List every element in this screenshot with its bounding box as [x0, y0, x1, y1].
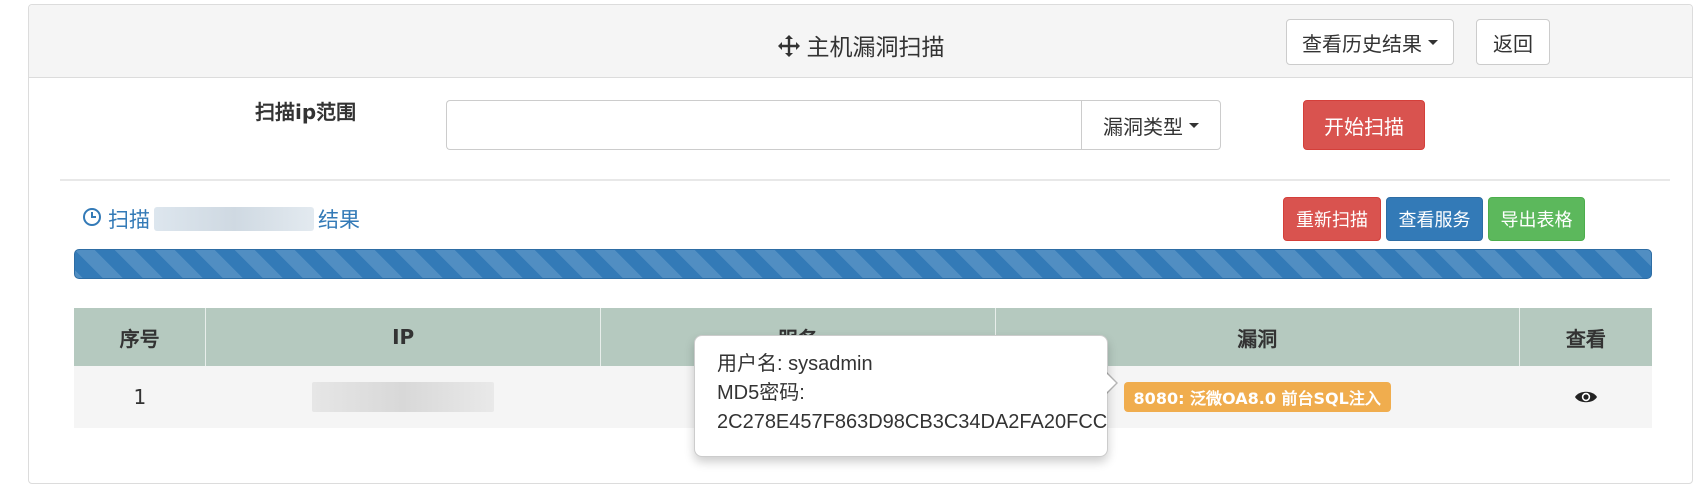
- history-results-label: 查看历史结果: [1302, 31, 1422, 56]
- back-button[interactable]: 返回: [1476, 19, 1550, 65]
- scan-prefix: 扫描: [108, 208, 150, 232]
- move-crosshair-icon: [777, 34, 801, 64]
- vuln-badge[interactable]: 8080: 泛微OA8.0 前台SQL注入: [1123, 382, 1391, 412]
- popover-username: 用户名: sysadmin: [717, 353, 873, 375]
- rescan-button[interactable]: 重新扫描: [1283, 197, 1381, 241]
- row-view: [1519, 366, 1652, 428]
- start-scan-button[interactable]: 开始扫描: [1303, 100, 1425, 150]
- header-index: 序号: [74, 308, 207, 366]
- scan-suffix: 结果: [318, 208, 360, 232]
- header-view: 查看: [1519, 308, 1652, 366]
- popover-md5-label: MD5密码:: [717, 382, 805, 404]
- popover-md5-value: 2C278E457F863D98CB3C34DA2FA20FCC: [717, 411, 1108, 433]
- panel-header: 主机漏洞扫描 查看历史结果 返回: [29, 5, 1692, 78]
- scan-range-label: 扫描ip范围: [255, 100, 357, 124]
- progress-fill: [75, 250, 1651, 278]
- popover-arrow: [1106, 372, 1118, 394]
- header-ip: IP: [205, 308, 601, 366]
- view-services-button[interactable]: 查看服务: [1386, 197, 1483, 241]
- vuln-type-dropdown[interactable]: 漏洞类型: [1081, 100, 1221, 150]
- export-table-button[interactable]: 导出表格: [1488, 197, 1585, 241]
- ip-range-input[interactable]: [446, 100, 1081, 150]
- row-index: 1: [74, 366, 206, 428]
- history-results-dropdown[interactable]: 查看历史结果: [1286, 19, 1454, 65]
- caret-down-icon: [1428, 39, 1438, 45]
- masked-ip-range: [154, 207, 314, 231]
- masked-ip-cell: [312, 382, 495, 412]
- caret-down-icon: [1189, 122, 1199, 128]
- eye-icon[interactable]: [1574, 386, 1598, 410]
- page-title-text: 主机漏洞扫描: [806, 35, 945, 61]
- scan-result-title: 扫描 结果: [82, 204, 360, 234]
- clock-icon: [82, 207, 102, 232]
- scan-progress-bar: [74, 249, 1652, 279]
- vuln-type-label: 漏洞类型: [1103, 114, 1183, 139]
- back-label: 返回: [1493, 31, 1533, 56]
- divider: [60, 179, 1670, 181]
- credential-popover: 用户名: sysadmin MD5密码: 2C278E457F863D98CB3…: [694, 335, 1118, 457]
- row-ip: [205, 366, 601, 428]
